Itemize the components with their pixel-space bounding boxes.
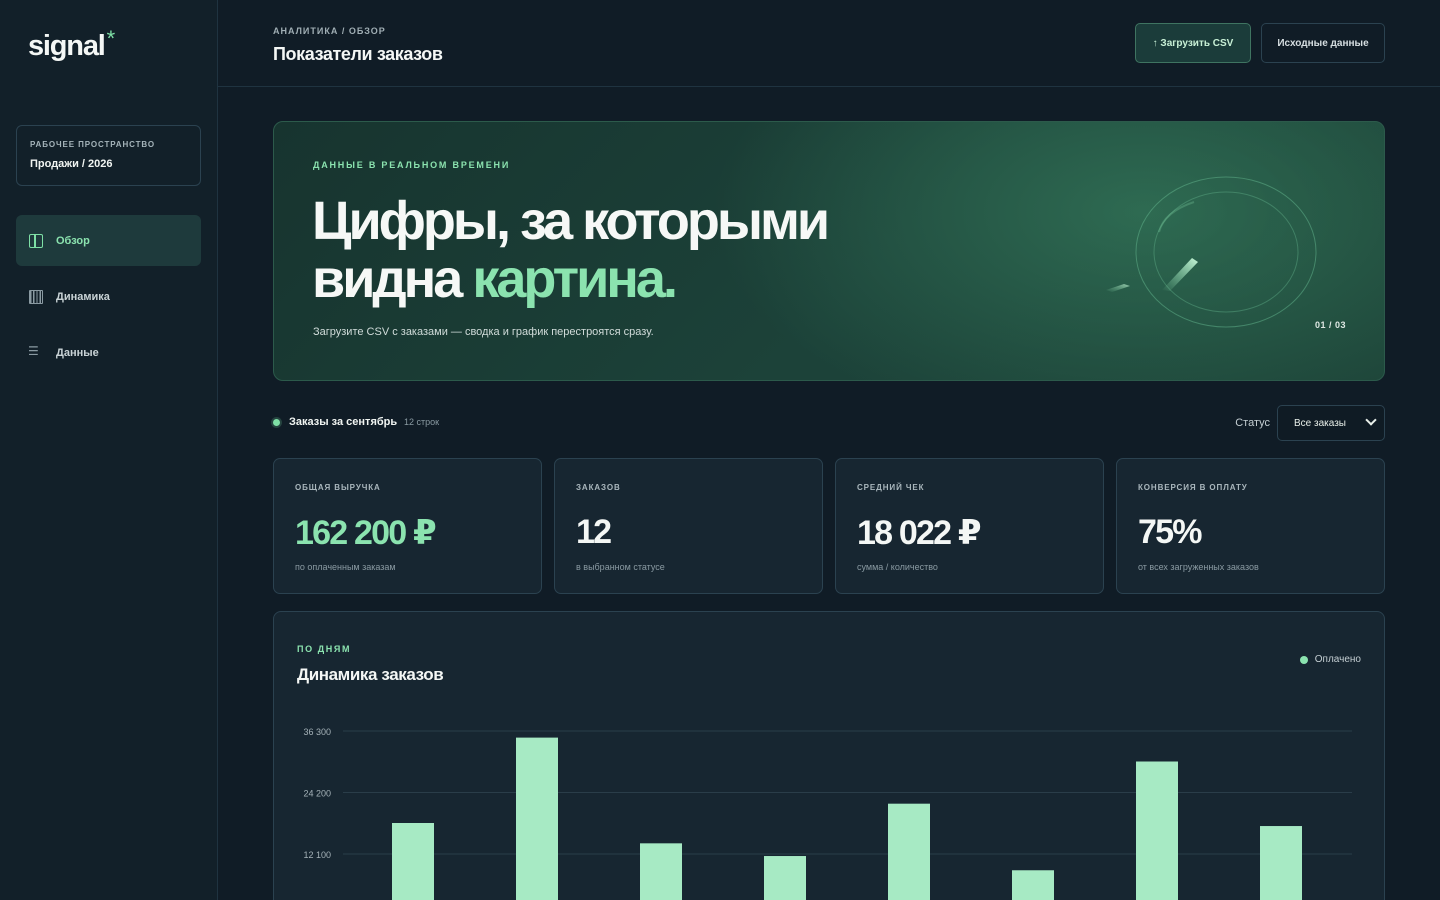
page-header: Аналитика / Обзор Показатели заказов ↑ З… [218, 0, 1440, 87]
kpi-label: Заказов [576, 483, 621, 492]
hero-slide-counter: 01 / 03 [1314, 320, 1346, 330]
hero-eyebrow: Данные в реальном времени [313, 160, 511, 170]
breadcrumb: Аналитика / Обзор [273, 26, 386, 36]
kpi-note: по оплаченным заказам [295, 562, 396, 572]
sidebar-item-overview[interactable]: Обзор [16, 215, 201, 266]
chart-bar[interactable] [1260, 826, 1302, 900]
chart-bar[interactable] [764, 856, 806, 900]
hero-banner: Данные в реальном времени Цифры, за кото… [273, 121, 1385, 381]
chart-bar[interactable] [516, 737, 558, 900]
kpi-card-average-check: Средний чек 18 022 ₽ сумма / количество [835, 458, 1104, 594]
sidebar-item-label: Данные [56, 346, 99, 359]
chart-bar[interactable] [1136, 761, 1178, 900]
status-label: Статус [1235, 417, 1270, 429]
hero-title-line2: видна картина. [312, 250, 827, 308]
sidebar-item-dynamics[interactable]: Динамика [16, 271, 201, 322]
hero-orbit-graphic [1106, 176, 1317, 328]
orders-filter-bar: Заказы за сентябрь 12 строк Статус Все з… [273, 405, 1385, 441]
hero-title: Цифры, за которыми видна картина. [312, 191, 830, 308]
logo-star-icon: * [106, 26, 116, 51]
kpi-card-revenue: Общая выручка 162 200 ₽ по оплаченным за… [273, 458, 542, 594]
sidebar: signal * Рабочее пространство Продажи / … [0, 0, 218, 900]
chart-bar[interactable] [1012, 870, 1054, 900]
kpi-value: 75% [1138, 513, 1202, 551]
hero-subtitle: Загрузите CSV с заказами — сводка и граф… [313, 326, 654, 338]
live-dot-icon [273, 419, 280, 426]
logo-text: signal [28, 30, 106, 62]
kpi-note: в выбранном статусе [576, 562, 665, 572]
workspace-name: Продажи / 2026 [30, 158, 113, 170]
upload-csv-button[interactable]: ↑ Загрузить CSV [1135, 23, 1251, 63]
list-icon [28, 344, 43, 360]
kpi-value: 12 [576, 513, 612, 551]
hero-title-plain: видна [312, 249, 473, 309]
orders-chart-card: По дням Динамика заказов Оплачено 12 100… [273, 611, 1385, 900]
kpi-label: Средний чек [857, 483, 925, 492]
hero-title-accent: картина. [472, 249, 678, 309]
kpi-note: сумма / количество [857, 562, 938, 572]
chart-bar[interactable] [888, 803, 930, 900]
y-tick-label: 24 200 [303, 789, 331, 799]
y-tick-label: 12 100 [303, 850, 331, 860]
y-tick-label: 36 300 [303, 727, 331, 737]
orders-bar-chart: 12 100 24 200 36 300 [303, 727, 1352, 900]
sidebar-item-data[interactable]: Данные [16, 327, 201, 378]
kpi-card-conversion: Конверсия в оплату 75% от всех загруженн… [1116, 458, 1385, 594]
workspace-switcher[interactable]: Рабочее пространство Продажи / 2026 [16, 125, 201, 186]
kpi-label: Общая выручка [295, 483, 381, 492]
workspace-label: Рабочее пространство [30, 140, 156, 149]
page-title: Показатели заказов [273, 44, 443, 64]
raw-data-button[interactable]: Исходные данные [1261, 23, 1385, 63]
kpi-note: от всех загруженных заказов [1138, 562, 1259, 572]
bars-icon [29, 289, 43, 304]
layout-columns-icon [29, 233, 43, 248]
logo[interactable]: signal * [28, 26, 115, 63]
status-select[interactable]: Все заказы [1277, 405, 1385, 441]
section-title: Заказы за сентябрь [289, 416, 398, 428]
kpi-value: 162 200 ₽ [295, 514, 437, 552]
chart-bar[interactable] [392, 822, 434, 900]
kpi-row: Общая выручка 162 200 ₽ по оплаченным за… [273, 458, 1385, 594]
chart-bar[interactable] [640, 843, 682, 900]
hero-title-line1: Цифры, за которыми [312, 191, 830, 251]
row-count: 12 строк [404, 417, 440, 427]
kpi-value: 18 022 ₽ [857, 514, 981, 552]
sidebar-item-label: Динамика [56, 290, 110, 303]
kpi-card-orders: Заказов 12 в выбранном статусе [554, 458, 823, 594]
kpi-label: Конверсия в оплату [1138, 483, 1248, 492]
sidebar-item-label: Обзор [56, 234, 90, 247]
sidebar-nav: Обзор Динамика Данные [16, 215, 201, 383]
